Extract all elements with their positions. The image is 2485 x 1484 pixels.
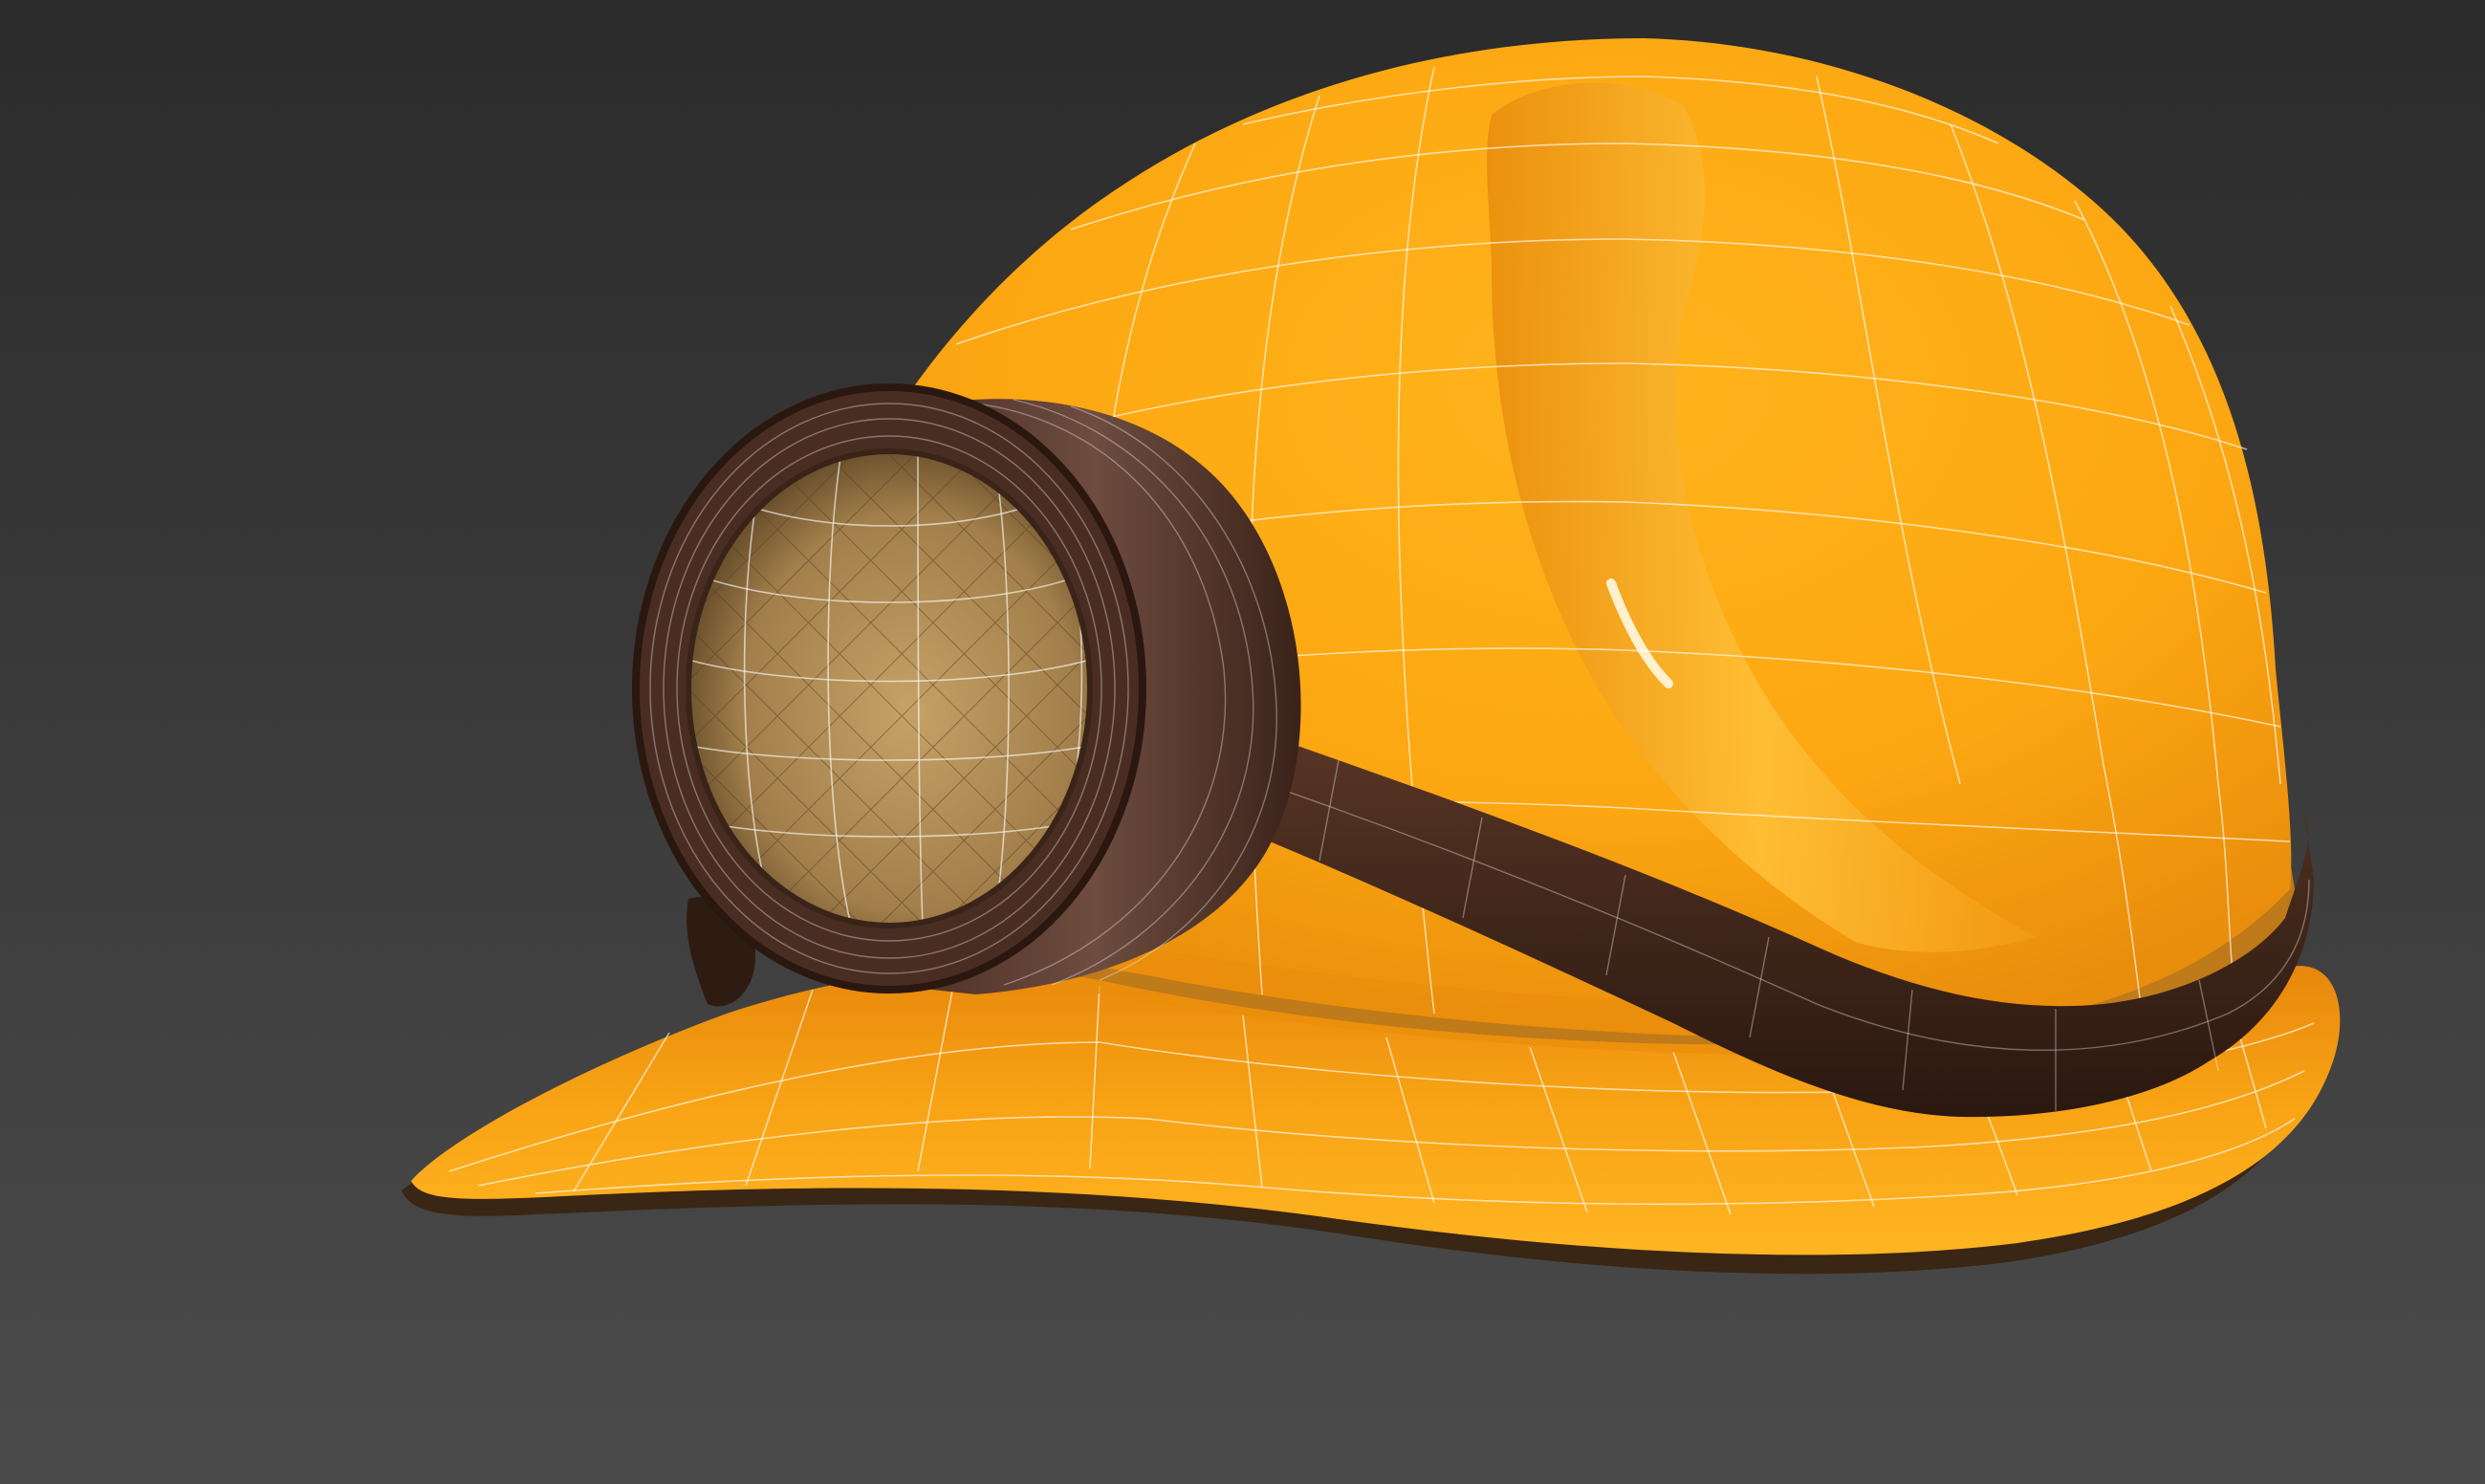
3d-viewport[interactable]: [0, 0, 2485, 1484]
viewport-canvas: [0, 0, 2485, 1484]
